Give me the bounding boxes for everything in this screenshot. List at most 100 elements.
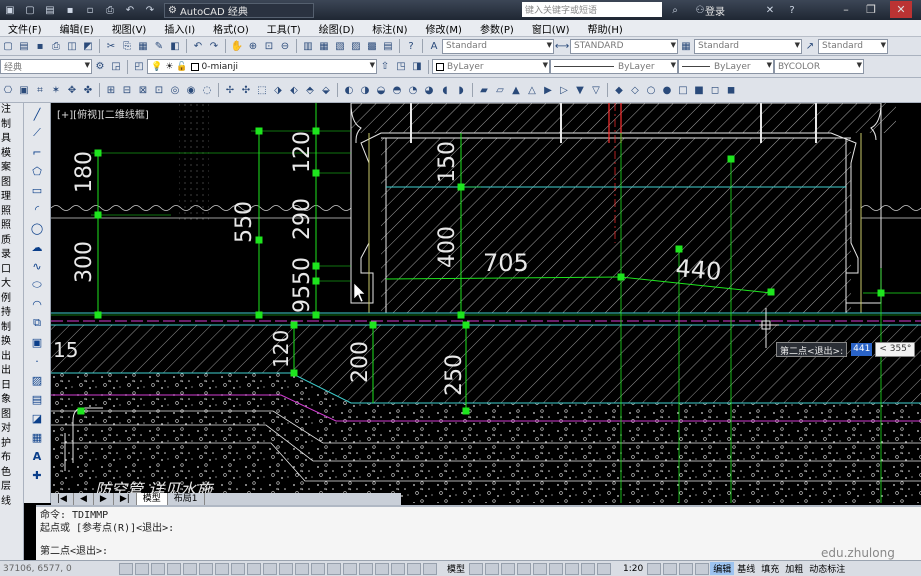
palette-item[interactable]: 对 xyxy=(0,422,23,437)
tool-17-icon[interactable]: ⬗ xyxy=(271,83,285,97)
save-icon[interactable]: ▪ xyxy=(62,3,78,17)
menu-view[interactable]: 视图(V) xyxy=(104,21,157,36)
save-icon[interactable]: ▪ xyxy=(33,39,47,53)
search-icon[interactable]: ⌕ xyxy=(667,3,683,17)
text-style-combo[interactable]: Standard ▼ xyxy=(442,38,554,54)
mtext-icon[interactable]: A xyxy=(29,448,45,464)
annot-toggle[interactable] xyxy=(695,562,710,575)
construction-line-icon[interactable]: ⟋ xyxy=(29,125,45,141)
tool-24-icon[interactable]: ◓ xyxy=(390,83,404,97)
open-icon[interactable]: ▤ xyxy=(17,39,31,53)
tool-6-icon[interactable]: ✤ xyxy=(81,83,95,97)
layer-state-icon[interactable]: ◨ xyxy=(410,60,424,74)
palette-item[interactable]: 质 xyxy=(0,234,23,249)
plotstyle-combo[interactable]: BYCOLOR ▼ xyxy=(774,59,864,74)
minimize-button[interactable]: – xyxy=(835,1,857,18)
drawing-canvas[interactable]: 180 300 550 120 290 9550 150 400 705 440… xyxy=(51,103,921,503)
palette-item[interactable]: 制 xyxy=(0,118,23,133)
tool-41-icon[interactable]: □ xyxy=(676,83,690,97)
sheet-set-icon[interactable]: ▨ xyxy=(349,39,363,53)
extra-toggle[interactable] xyxy=(359,562,373,575)
print-icon[interactable]: ⎙ xyxy=(49,39,63,53)
layout-toggle[interactable] xyxy=(485,562,500,575)
tool-23-icon[interactable]: ◒ xyxy=(374,83,388,97)
layout-toggle[interactable] xyxy=(469,562,484,575)
edit-button[interactable]: 编辑 xyxy=(710,562,735,575)
menu-file[interactable]: 文件(F) xyxy=(0,21,52,36)
zoom-previous-icon[interactable]: ⊖ xyxy=(278,39,292,53)
tool-36-icon[interactable]: ▽ xyxy=(589,83,603,97)
tool-11-icon[interactable]: ◎ xyxy=(168,83,182,97)
palette-item[interactable]: 图 xyxy=(0,408,23,423)
tool-30-icon[interactable]: ▱ xyxy=(493,83,507,97)
palette-item[interactable]: 层 xyxy=(0,480,23,495)
tool-32-icon[interactable]: △ xyxy=(525,83,539,97)
layer-combo[interactable]: 💡 ☀ 🔓 0-mianji ▼ xyxy=(147,59,377,74)
menu-modify[interactable]: 修改(M) xyxy=(418,21,472,36)
tool-20-icon[interactable]: ⬙ xyxy=(319,83,333,97)
lineweight-combo[interactable]: ByLayer ▼ xyxy=(678,59,774,74)
polar-toggle[interactable] xyxy=(167,562,181,575)
palette-item[interactable]: 照 xyxy=(0,219,23,234)
annot-toggle[interactable] xyxy=(663,562,678,575)
palette-item[interactable]: 制 xyxy=(0,321,23,336)
annotation-scale[interactable]: 1:20 xyxy=(620,564,646,574)
extra-toggle[interactable] xyxy=(375,562,389,575)
make-block-icon[interactable]: ▣ xyxy=(29,334,45,350)
am-toggle[interactable] xyxy=(327,562,341,575)
dynamic-input-value[interactable]: 441 xyxy=(851,343,873,356)
qp-toggle[interactable] xyxy=(295,562,309,575)
layout-toggle[interactable] xyxy=(533,562,548,575)
open-icon[interactable]: ▤ xyxy=(42,3,58,17)
copy-icon[interactable]: ⎘ xyxy=(120,39,134,53)
tool-palette-icon[interactable]: ▧ xyxy=(333,39,347,53)
layer-manager-icon[interactable]: ◰ xyxy=(132,60,146,74)
palette-item[interactable]: 出 xyxy=(0,364,23,379)
tool-35-icon[interactable]: ▼ xyxy=(573,83,587,97)
palette-item[interactable]: 具 xyxy=(0,132,23,147)
linetype-combo[interactable]: ByLayer ▼ xyxy=(550,59,678,74)
tool-18-icon[interactable]: ⬖ xyxy=(287,83,301,97)
layout-toggle[interactable] xyxy=(565,562,580,575)
grid-toggle[interactable] xyxy=(135,562,149,575)
tab-layout1[interactable]: 布局1 xyxy=(168,493,205,505)
ortho-toggle[interactable] xyxy=(151,562,165,575)
tool-31-icon[interactable]: ▲ xyxy=(509,83,523,97)
new-icon[interactable]: ▢ xyxy=(22,3,38,17)
tool-39-icon[interactable]: ○ xyxy=(644,83,658,97)
undo-icon[interactable]: ↶ xyxy=(122,3,138,17)
preview-icon[interactable]: ◫ xyxy=(65,39,79,53)
layout-toggle[interactable] xyxy=(517,562,532,575)
cut-icon[interactable]: ✂ xyxy=(104,39,118,53)
menu-parametric[interactable]: 参数(P) xyxy=(472,21,524,36)
tab-nav-last-icon[interactable]: ▶| xyxy=(114,493,137,505)
exchange-icon[interactable]: ✕ xyxy=(762,3,778,17)
palette-item[interactable]: 理 xyxy=(0,190,23,205)
undo-icon[interactable]: ↶ xyxy=(191,39,205,53)
tool-2-icon[interactable]: ▣ xyxy=(17,83,31,97)
layer-previous-icon[interactable]: ◳ xyxy=(394,60,408,74)
properties-icon[interactable]: ▥ xyxy=(301,39,315,53)
menu-dimension[interactable]: 标注(N) xyxy=(364,21,417,36)
tool-25-icon[interactable]: ◔ xyxy=(406,83,420,97)
tab-nav-next-icon[interactable]: ▶ xyxy=(94,493,114,505)
palette-item[interactable]: 大 xyxy=(0,277,23,292)
line-icon[interactable]: ╱ xyxy=(29,106,45,122)
ducs-toggle[interactable] xyxy=(231,562,245,575)
menu-insert[interactable]: 插入(I) xyxy=(156,21,205,36)
palette-item[interactable]: 录 xyxy=(0,248,23,263)
extra-toggle[interactable] xyxy=(423,562,437,575)
workspace-switcher[interactable]: ⚙ AutoCAD 经典 xyxy=(164,2,314,18)
snap-toggle[interactable] xyxy=(119,562,133,575)
palette-item[interactable]: 案 xyxy=(0,161,23,176)
palette-item[interactable]: 护 xyxy=(0,437,23,452)
revcloud-icon[interactable]: ☁ xyxy=(29,239,45,255)
dyn-toggle[interactable] xyxy=(247,562,261,575)
tool-34-icon[interactable]: ▷ xyxy=(557,83,571,97)
command-line[interactable]: 命令: TDIMMP 起点或 [参考点(R)]<退出>: 第二点<退出>: xyxy=(36,505,921,560)
region-icon[interactable]: ◪ xyxy=(29,410,45,426)
command-prompt[interactable]: 第二点<退出>: xyxy=(40,545,917,558)
tool-33-icon[interactable]: ▶ xyxy=(541,83,555,97)
workspace-icon[interactable]: ◲ xyxy=(109,60,123,74)
tool-16-icon[interactable]: ⬚ xyxy=(255,83,269,97)
